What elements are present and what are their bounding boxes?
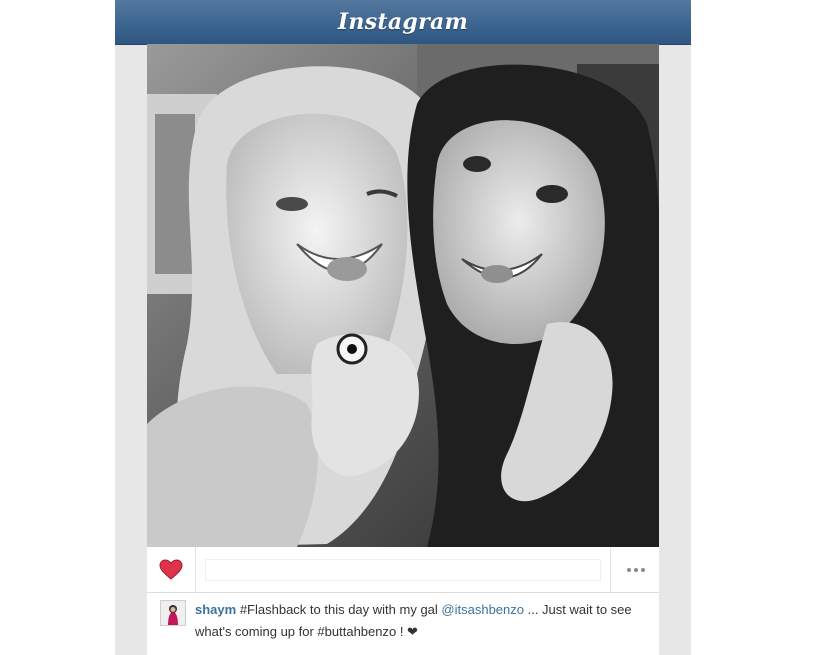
more-options-icon	[626, 567, 631, 572]
username-link[interactable]: shaym	[195, 602, 236, 617]
photo-illustration	[147, 44, 659, 547]
post-photo[interactable]	[147, 44, 659, 547]
comment-input[interactable]	[205, 559, 601, 581]
top-bar: Instagram	[115, 0, 691, 45]
like-button[interactable]	[147, 547, 196, 592]
post-actions-bar	[147, 547, 659, 593]
instagram-logo[interactable]: Instagram	[338, 9, 468, 35]
caption-row: shaym #Flashback to this day with my gal…	[147, 593, 659, 655]
more-options-icon-dot	[633, 567, 638, 572]
more-options-button[interactable]	[610, 547, 659, 592]
post-caption: shaym #Flashback to this day with my gal…	[195, 599, 645, 643]
mention-link[interactable]: @itsashbenzo	[441, 602, 524, 617]
heart-icon	[159, 559, 183, 580]
more-options-icon-dot	[640, 567, 645, 572]
avatar-image	[161, 601, 185, 625]
app-frame: Instagram shaym #Flashback to this day w…	[115, 0, 691, 655]
post-card: shaym #Flashback to this day with my gal…	[147, 44, 659, 655]
caption-text: #Flashback to this day with my gal	[236, 602, 442, 617]
avatar[interactable]	[160, 600, 186, 626]
